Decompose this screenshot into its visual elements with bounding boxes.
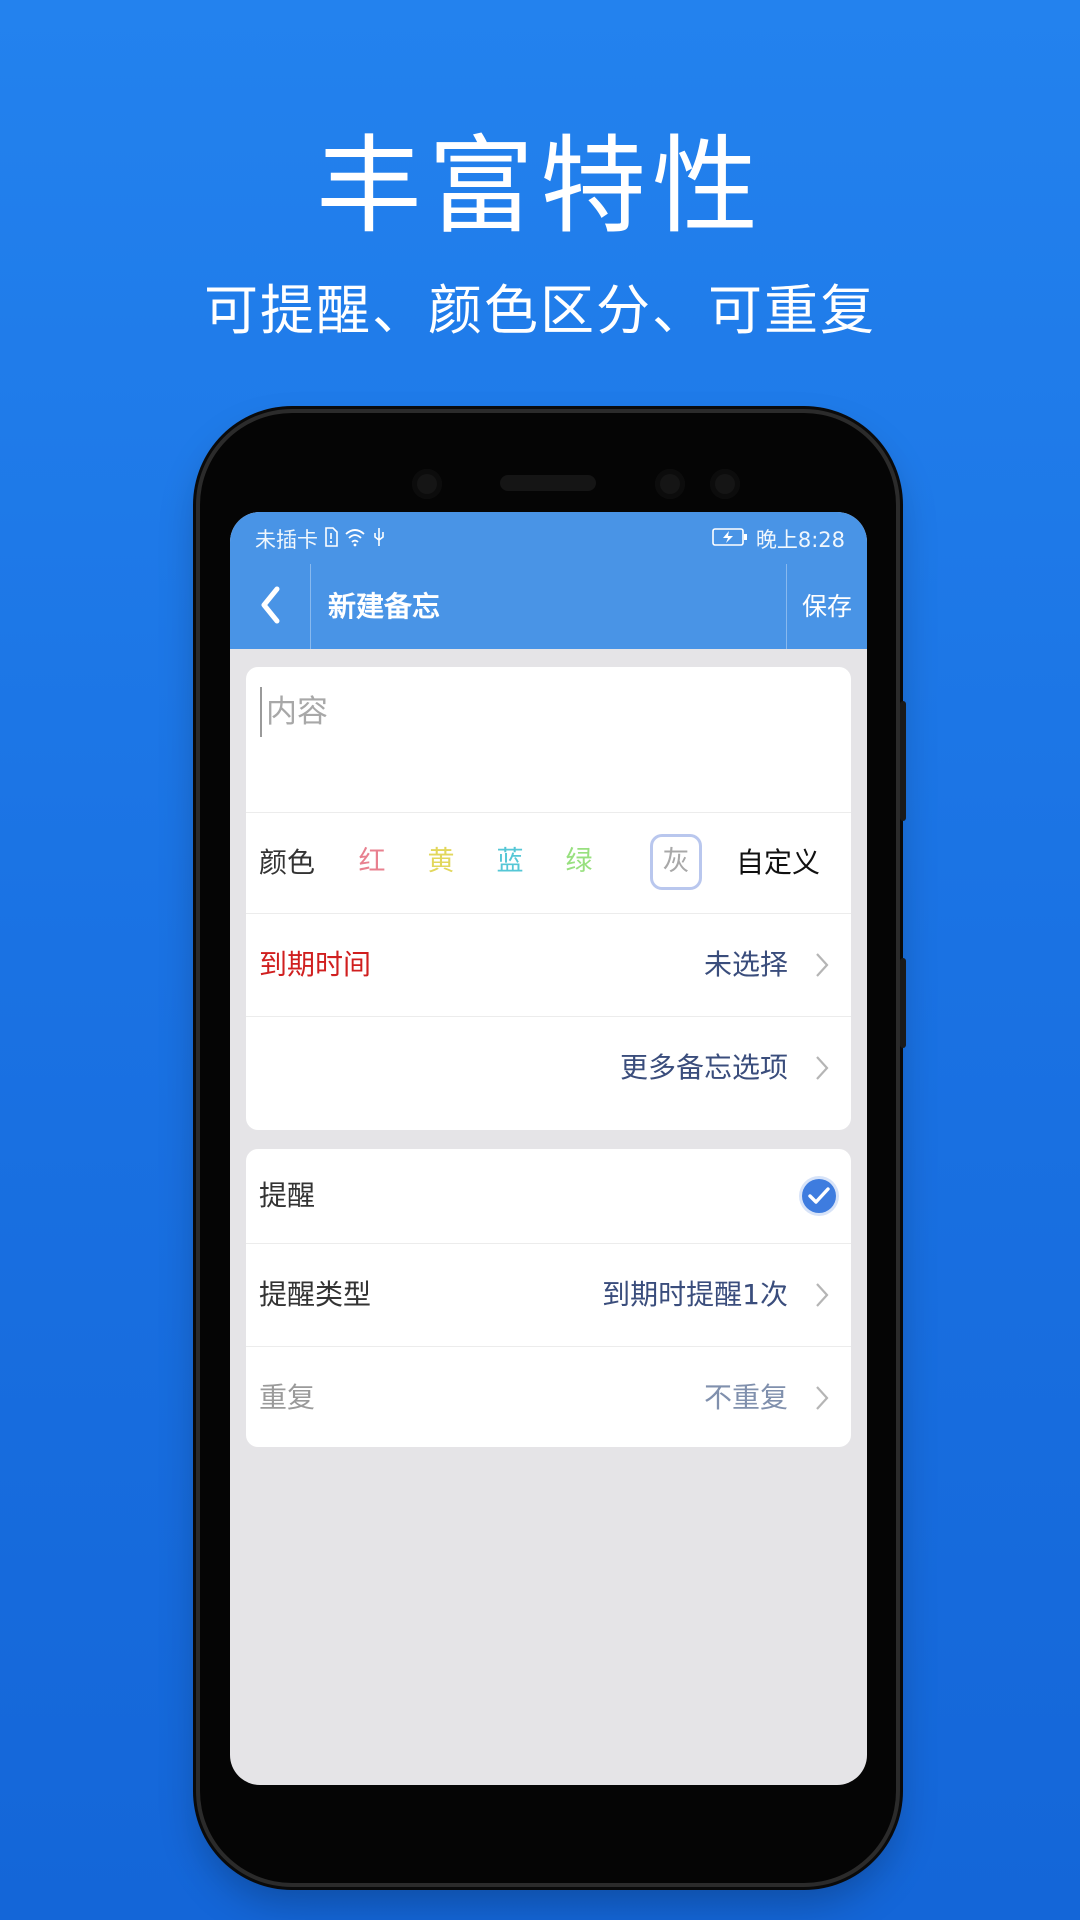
color-option-yellow[interactable]: 黄 <box>415 834 467 890</box>
promo-title: 丰富特性 <box>316 125 764 248</box>
more-options-row[interactable]: 更多备忘选项 <box>246 1017 851 1119</box>
toolbar-divider-left <box>310 564 311 649</box>
color-option-green[interactable]: 绿 <box>553 834 605 890</box>
phone-frame: 未插卡 晚上8:28 新建备忘 保存 内容 颜色 红 黄 蓝 绿 灰 自定义 到… <box>200 413 906 1883</box>
page-title: 新建备忘 <box>328 590 441 623</box>
chevron-right-icon <box>816 1283 829 1307</box>
carrier-text: 未插卡 <box>255 528 318 552</box>
app-bar: 未插卡 晚上8:28 新建备忘 保存 <box>230 512 867 649</box>
due-time-label: 到期时间 <box>259 948 372 981</box>
battery-charging-icon <box>712 527 748 552</box>
chevron-right-icon <box>816 1386 829 1410</box>
light-sensor <box>710 469 740 499</box>
repeat-row[interactable]: 重复 不重复 <box>246 1347 851 1447</box>
status-left: 未插卡 <box>255 524 386 554</box>
chevron-right-icon <box>816 953 829 977</box>
color-option-red[interactable]: 红 <box>346 834 398 890</box>
chevron-right-icon <box>816 1056 829 1080</box>
color-label: 颜色 <box>259 846 316 879</box>
more-options-label: 更多备忘选项 <box>619 1051 788 1084</box>
proximity-sensor <box>655 469 685 499</box>
earpiece-speaker <box>500 475 596 491</box>
wifi-icon <box>344 527 366 552</box>
reminder-type-value: 到期时提醒1次 <box>602 1278 788 1311</box>
reminder-type-label: 提醒类型 <box>259 1278 372 1311</box>
promo-subtitle: 可提醒、颜色区分、可重复 <box>204 279 876 342</box>
custom-color-button[interactable]: 自定义 <box>736 813 820 913</box>
content-area <box>246 667 851 813</box>
clock-text: 晚上8:28 <box>755 528 845 552</box>
front-camera <box>412 469 442 499</box>
color-option-blue[interactable]: 蓝 <box>484 834 536 890</box>
memo-details-card: 颜色 红 黄 蓝 绿 灰 自定义 到期时间 未选择 更多备忘选项 <box>246 667 851 1130</box>
repeat-value: 不重复 <box>703 1381 788 1414</box>
checkmark-icon <box>808 1187 830 1204</box>
save-button[interactable]: 保存 <box>787 564 867 649</box>
color-row: 颜色 红 黄 蓝 绿 灰 自定义 <box>246 813 851 914</box>
status-right: 晚上8:28 <box>712 524 845 554</box>
usb-icon <box>372 527 386 552</box>
reminder-card: 提醒 提醒类型 到期时提醒1次 重复 不重复 <box>246 1149 851 1447</box>
due-time-row[interactable]: 到期时间 未选择 <box>246 914 851 1017</box>
sim-icon <box>324 526 338 552</box>
reminder-type-row[interactable]: 提醒类型 到期时提醒1次 <box>246 1244 851 1347</box>
reminder-label: 提醒 <box>259 1179 316 1212</box>
due-time-value: 未选择 <box>703 948 788 981</box>
volume-button <box>900 701 906 821</box>
back-chevron-icon <box>259 586 281 628</box>
reminder-checkbox[interactable] <box>802 1179 836 1213</box>
color-option-gray[interactable]: 灰 <box>650 834 702 890</box>
content-input[interactable] <box>260 687 838 737</box>
phone-screen: 未插卡 晚上8:28 新建备忘 保存 内容 颜色 红 黄 蓝 绿 灰 自定义 到… <box>230 512 867 1785</box>
repeat-label: 重复 <box>259 1381 316 1414</box>
toolbar: 新建备忘 保存 <box>230 564 867 649</box>
reminder-row[interactable]: 提醒 <box>246 1149 851 1244</box>
power-button <box>900 958 906 1048</box>
back-button[interactable] <box>230 564 310 649</box>
status-bar: 未插卡 晚上8:28 <box>230 512 867 564</box>
